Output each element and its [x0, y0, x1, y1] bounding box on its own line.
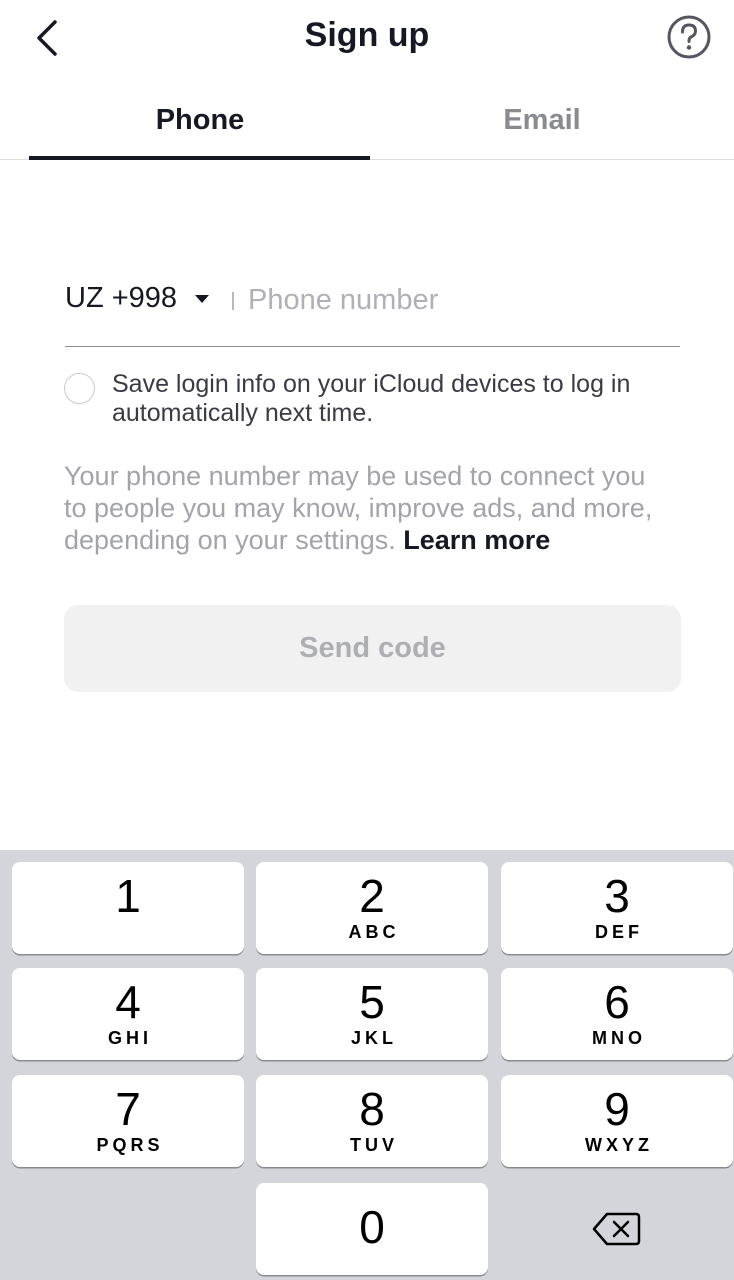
save-login-checkbox[interactable] — [64, 373, 95, 404]
key-6[interactable]: 6 MNO — [501, 968, 733, 1060]
caret-down-icon — [195, 294, 210, 303]
phone-number-input[interactable] — [248, 276, 668, 324]
key-letters: ABC — [348, 922, 400, 942]
phone-number-row: UZ +998 — [65, 272, 680, 347]
key-7[interactable]: 7 PQRS — [12, 1075, 244, 1167]
key-number: 0 — [359, 1201, 385, 1253]
tab-email[interactable]: Email — [372, 90, 712, 160]
key-number: 2 — [359, 870, 385, 922]
key-number: 9 — [604, 1083, 630, 1135]
tab-phone[interactable]: Phone — [30, 90, 370, 160]
question-circle-icon — [667, 15, 711, 59]
key-letters: DEF — [595, 922, 643, 942]
key-number: 7 — [115, 1083, 141, 1135]
key-8[interactable]: 8 TUV — [256, 1075, 488, 1167]
signup-method-tabs: Phone Email — [0, 90, 734, 160]
key-letters: JKL — [350, 1028, 397, 1048]
country-code: UZ +998 — [65, 282, 178, 314]
key-number: 5 — [359, 976, 385, 1028]
key-letters: TUV — [350, 1135, 398, 1155]
key-number: 1 — [115, 870, 141, 922]
key-number: 4 — [115, 976, 141, 1028]
key-9[interactable]: 9 WXYZ — [501, 1075, 733, 1167]
key-2[interactable]: 2 ABC — [256, 862, 488, 954]
key-letters: GHI — [107, 1028, 152, 1048]
input-divider — [232, 292, 234, 310]
header: Sign up — [0, 0, 734, 80]
key-number: 8 — [359, 1083, 385, 1135]
key-1[interactable]: 1 — [12, 862, 244, 954]
key-letters: MNO — [592, 1028, 646, 1048]
key-5[interactable]: 5 JKL — [256, 968, 488, 1060]
backspace-icon — [592, 1212, 641, 1246]
save-login-label: Save login info on your iCloud devices t… — [112, 370, 631, 427]
sign-up-screen: Sign up Phone Email UZ +998 Save login i… — [0, 0, 734, 1280]
key-letters: PQRS — [96, 1135, 164, 1155]
privacy-info-body: Your phone number may be used to connect… — [64, 461, 653, 555]
key-number: 3 — [604, 870, 630, 922]
key-3[interactable]: 3 DEF — [501, 862, 733, 954]
send-code-button[interactable]: Send code — [64, 605, 681, 692]
country-code-selector[interactable]: UZ +998 — [65, 282, 210, 315]
active-tab-indicator — [29, 156, 370, 160]
key-letters: WXYZ — [585, 1135, 653, 1155]
learn-more-link[interactable]: Learn more — [403, 525, 550, 555]
key-4[interactable]: 4 GHI — [12, 968, 244, 1060]
help-button[interactable] — [666, 14, 712, 60]
key-number: 6 — [604, 976, 630, 1028]
key-0[interactable]: 0 — [256, 1183, 488, 1275]
delete-key[interactable] — [501, 1183, 733, 1275]
page-title: Sign up — [304, 16, 430, 54]
numeric-keypad: 1 2 ABC 3 DEF 4 GHI 5 JKL 6 MNO 7 PQRS 8 — [0, 850, 734, 1280]
privacy-info-text: Your phone number may be used to connect… — [64, 460, 674, 556]
